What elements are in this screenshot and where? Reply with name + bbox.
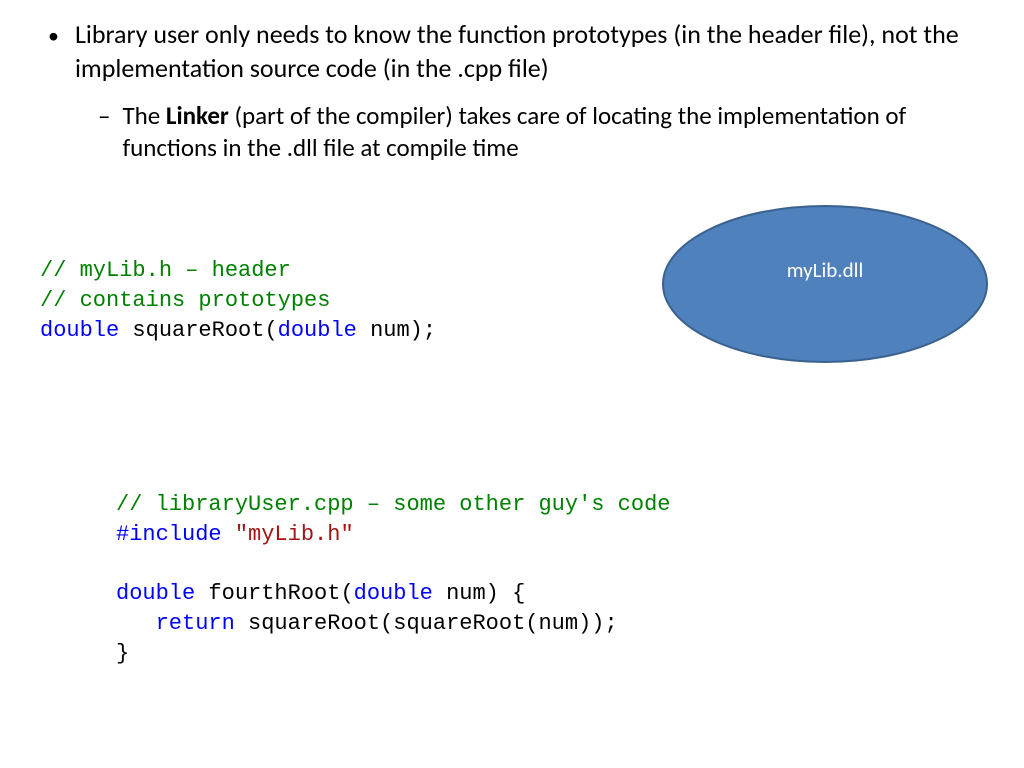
sub-pre: The [122,100,165,131]
c2-l4c: double [354,581,433,606]
sub-bold: Linker [166,100,229,131]
c2-l1: // libraryUser.cpp – some other guy's co… [116,492,671,517]
c1-l2: // contains prototypes [40,288,330,313]
c2-l2a: #include [116,522,222,547]
dll-ellipse [660,203,990,365]
c2-l2b [222,522,235,547]
c2-l4d: num) { [433,581,525,606]
dash-icon: – [98,100,122,165]
c1-l3b: squareRoot( [119,318,277,343]
c1-l3a: double [40,318,119,343]
dll-label: myLib.dll [660,257,990,283]
c2-l4b: fourthRoot( [195,581,353,606]
sub-bullet-text: The Linker (part of the compiler) takes … [122,100,994,165]
c2-l5b: return [156,611,235,636]
c1-l1: // myLib.h – header [40,258,291,283]
sub-post: (part of the compiler) takes care of loc… [122,100,906,164]
c2-l5c: squareRoot(squareRoot(num)); [235,611,618,636]
c2-l4a: double [116,581,195,606]
c2-l5a [116,611,156,636]
code-user-file: // libraryUser.cpp – some other guy's co… [116,461,671,669]
c2-l6: } [116,641,129,666]
sub-bullet: – The Linker (part of the compiler) take… [98,100,994,165]
main-bullet: • Library user only needs to know the fu… [48,18,994,86]
bullet-dot-icon: • [48,18,75,86]
main-bullet-text: Library user only needs to know the func… [75,18,994,86]
c1-l3c: double [278,318,357,343]
c1-l3d: num); [357,318,436,343]
ellipse-icon [660,203,990,365]
code-header-file: // myLib.h – header // contains prototyp… [40,227,436,346]
c2-l2c: "myLib.h" [235,522,354,547]
